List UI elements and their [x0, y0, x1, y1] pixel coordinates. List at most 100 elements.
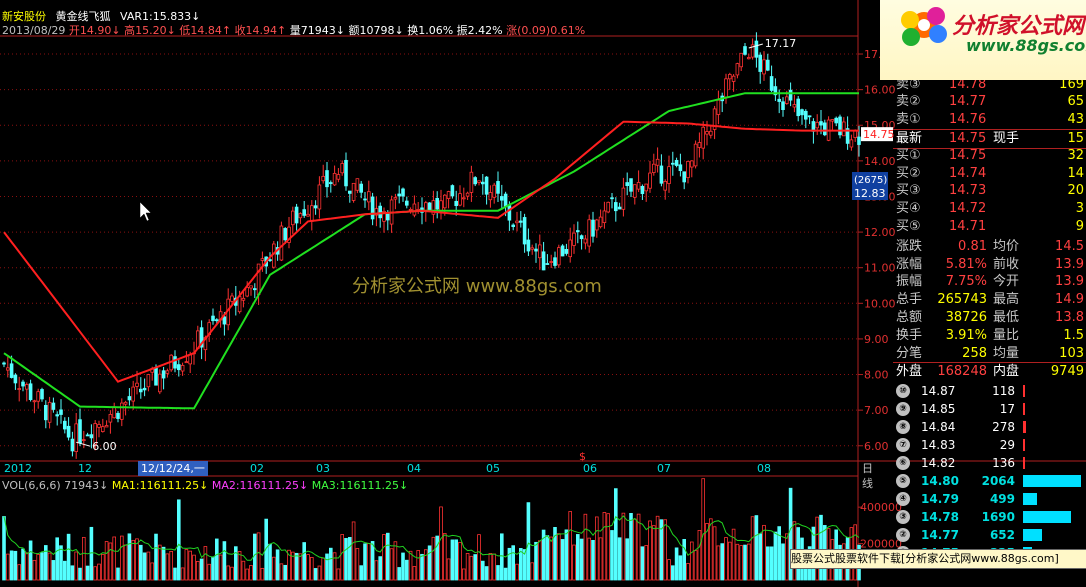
tick-price: 14.87 [921, 384, 956, 399]
candle-body [120, 402, 124, 420]
period-label[interactable]: 日线 [862, 461, 873, 491]
candle-body [492, 184, 496, 198]
candle-body [321, 175, 325, 182]
volume-bar [207, 563, 212, 581]
volume-bar [636, 513, 641, 581]
volume-bar [499, 533, 504, 581]
candle-body [697, 142, 702, 148]
tick-row: ⑨ 14.85 17 [893, 400, 1086, 418]
header-amplitude: 振2.42% [456, 24, 503, 37]
quote-price: 14.71 [949, 219, 987, 234]
volume-bar [271, 556, 276, 581]
candle-body [484, 176, 489, 195]
ask-row: 卖① 14.76 43 [893, 111, 1086, 129]
candle-body [55, 414, 59, 417]
tick-price: 14.79 [921, 492, 959, 507]
stat-row: 换手 3.91% 量比 1.5 [893, 327, 1086, 345]
watermark: 分析家公式网 www.88gs.com [352, 276, 602, 297]
volume-bar [534, 541, 538, 581]
candle-body [36, 391, 40, 402]
candle-body [633, 184, 637, 198]
candle-body [435, 197, 439, 210]
tick-bar [1023, 457, 1025, 470]
tick-price: 14.78 [921, 510, 959, 525]
quote-price: 14.74 [949, 165, 987, 181]
volume-bar [70, 565, 75, 581]
volume-bar [199, 558, 204, 581]
candle-body [849, 139, 854, 148]
candle-body [32, 400, 37, 403]
candle-body [290, 210, 295, 226]
candle-body [701, 126, 705, 149]
candle-body [579, 235, 584, 240]
tick-row: ⑤ 14.80 2064 [893, 472, 1086, 490]
stat-field: 3.91% [945, 327, 987, 343]
volume-bar [595, 516, 599, 581]
stat-field: 外盘 [896, 364, 923, 380]
stat-row: 振幅 7.75% 今开 13.9 [893, 273, 1086, 291]
candle-body [591, 219, 595, 237]
candle-body [693, 143, 698, 167]
candle-body [450, 185, 455, 197]
candle-body [690, 160, 694, 168]
candle-body [758, 54, 762, 72]
candle-body [602, 210, 607, 223]
candle-body [9, 363, 14, 378]
volume-bar [214, 538, 219, 581]
candle-body [366, 191, 371, 203]
header-open: 开14.90↓ [68, 24, 121, 37]
tick-volume: 2064 [981, 474, 1015, 489]
stat-row: 总额 38726 最低 13.8 [893, 309, 1086, 327]
low-marker-line [76, 441, 91, 447]
candle-body [363, 198, 367, 201]
volume-bar [465, 553, 470, 581]
download-banner[interactable]: 股票公式股票软件下载[分析家公式网www.88gs.com] [790, 549, 1086, 569]
tick-volume: 29 [999, 438, 1015, 453]
candle-body [507, 205, 512, 221]
volume-bar [397, 567, 401, 581]
candle-body [180, 364, 185, 372]
volume-bar [279, 563, 284, 581]
candle-body [85, 434, 90, 437]
stat-row: 外盘 168248 内盘 9749 [893, 362, 1086, 381]
volume-bar [252, 533, 257, 581]
candle-body [644, 183, 648, 192]
candle-body [184, 361, 189, 364]
volume-bar [454, 539, 458, 581]
tick-index-icon: ⑨ [896, 402, 910, 417]
candle-body [480, 181, 485, 185]
volume-bar [496, 565, 500, 581]
volume-bar [598, 537, 603, 581]
candle-body [313, 205, 318, 209]
volume-bar [690, 541, 694, 581]
volume-bar [294, 552, 299, 581]
quote-volume: 43 [1067, 112, 1084, 128]
candle-body [252, 288, 257, 291]
candle-body [112, 406, 117, 419]
price-tick-label: 11.00 [864, 262, 896, 275]
month-label: 08 [757, 462, 771, 475]
volume-bar [560, 539, 565, 581]
candle-body [340, 163, 344, 174]
tick-price: 14.77 [921, 528, 959, 543]
tick-index-icon: ② [896, 528, 910, 543]
stat-field: 258 [962, 345, 987, 361]
candle-body [469, 171, 474, 193]
candle-body [728, 74, 732, 80]
month-axis: 2012 12 12/12/24,一 02 03 04 05 06 07 08 … [0, 461, 873, 490]
volume-bar [325, 553, 329, 581]
volume-bar [709, 518, 713, 581]
mouse-cursor-icon [139, 201, 152, 222]
volume-bar [66, 533, 71, 581]
quote-label: 买② [896, 165, 921, 181]
candle-body [682, 171, 686, 183]
candle-body [667, 166, 671, 184]
tick-row: ⑧ 14.84 278 [893, 418, 1086, 436]
volume-bar [678, 555, 683, 581]
candle-body [82, 439, 86, 442]
volume-bar [306, 554, 310, 581]
tick-bar [1023, 385, 1025, 398]
volume-bar [674, 547, 679, 581]
candle-body [135, 382, 139, 387]
candle-body [97, 424, 101, 428]
